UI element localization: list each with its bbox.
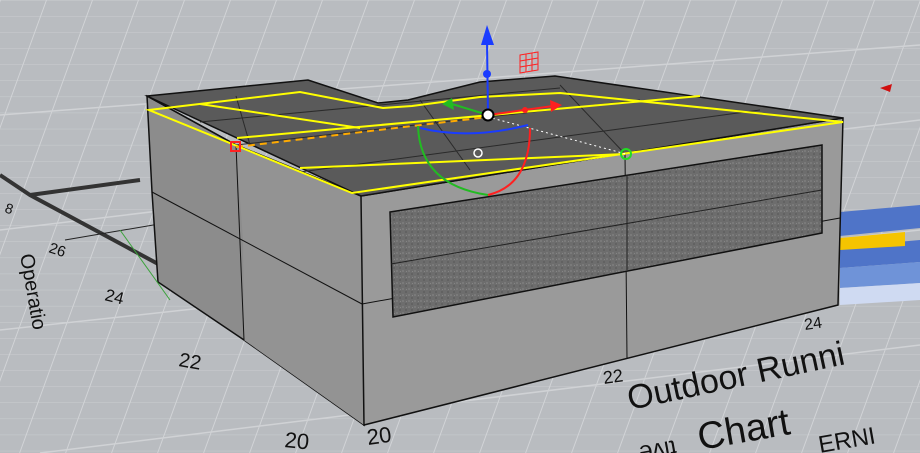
move-z-handle[interactable] (483, 70, 491, 78)
tick-left-22: 22 (177, 349, 203, 375)
move-z-arrow[interactable] (486, 41, 489, 116)
perspective-viewport[interactable]: 8 26 24 22 20 20 22 24 Operatio Outdoor … (0, 0, 920, 453)
tick-front-24: 24 (803, 315, 823, 334)
scene[interactable]: 8 26 24 22 20 20 22 24 Operatio Outdoor … (0, 0, 920, 453)
gizmo-center[interactable] (481, 108, 495, 122)
tick-front-20: 20 (365, 422, 393, 450)
tick-left-20: 20 (283, 427, 310, 453)
tick-front-22: 22 (602, 365, 625, 388)
move-x-handle[interactable] (522, 107, 528, 113)
ground-chart-bars (840, 205, 920, 305)
